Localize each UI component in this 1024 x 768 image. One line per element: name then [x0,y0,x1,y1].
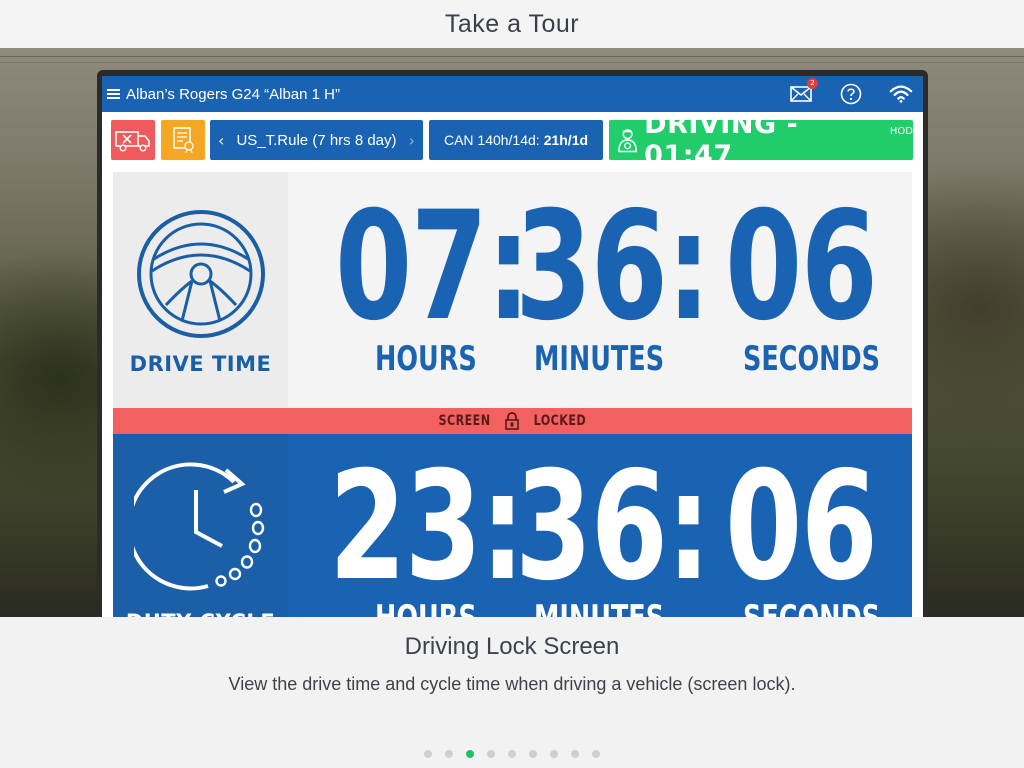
duty-minutes-label: MINUTES [534,598,665,618]
wifi-icon [889,82,913,106]
pagination-dot[interactable] [424,750,432,758]
duty-seconds-label: SECONDS [743,598,881,618]
tablet-device: Alban’s Rogers G24 “Alban 1 H” 2 ‹ US_T.… [97,70,928,618]
duty-minutes-value: 36: [515,440,711,614]
drive-minutes-value: 36: [515,180,711,354]
ruleset-label: US_T.Rule (7 hrs 8 day) [236,131,397,149]
pagination-dot[interactable] [508,750,516,758]
slide-description: View the drive time and cycle time when … [228,674,796,694]
duty-hours-value: 23: [329,440,525,614]
pagination-dot[interactable] [592,750,600,758]
driving-status-button[interactable]: DRIVING - 01:47 HOD [609,109,913,171]
menu-icon[interactable] [104,85,122,104]
chevron-left-icon[interactable]: ‹ [218,131,224,150]
background-photo: Alban’s Rogers G24 “Alban 1 H” 2 ‹ US_T.… [0,48,1024,618]
lock-banner-left: SCREEN [438,413,491,429]
drive-hours-value: 07: [335,180,531,354]
screen-locked-banner: SCREEN LOCKED [113,408,912,434]
mail-badge: 2 [807,78,818,89]
logbook-button[interactable] [161,120,205,160]
pagination-dot[interactable] [529,750,537,758]
duty-cycle-panel: DUTY CYCLE 23: 36: 06 HOURS MINUTES SECO… [113,434,912,618]
clock-cycle-icon [134,462,265,591]
duty-hours-label: HOURS [375,598,477,618]
drive-minutes-label: MINUTES [534,339,665,379]
ruleset-selector[interactable]: ‹ US_T.Rule (7 hrs 8 day) › [210,120,423,160]
tour-header: Take a Tour [0,0,1024,48]
vehicle-title: Alban’s Rogers G24 “Alban 1 H” [126,85,340,103]
driver-icon [618,129,638,153]
pagination-dot[interactable] [487,750,495,758]
help-icon[interactable] [839,82,863,106]
drive-seconds-label: SECONDS [743,339,881,379]
can-cycle-prefix: CAN 140h/14d: [443,132,540,148]
drive-time-caption: DRIVE TIME [129,352,272,376]
tour-info-panel: Driving Lock Screen View the drive time … [0,617,1024,768]
document-certificate-icon [173,127,194,154]
duty-cycle-label-column: DUTY CYCLE [113,434,288,618]
status-row: ‹ US_T.Rule (7 hrs 8 day) › CAN 140h/14d… [102,109,923,171]
drive-time-panel: DRIVE TIME 07: 36: 06 HOURS MINUTES SECO… [113,172,912,408]
pagination-dots [0,750,1024,758]
drive-time-label-column: DRIVE TIME [113,172,288,408]
truck-alert-icon [115,131,150,152]
duty-seconds-value: 06 [725,440,878,614]
steering-wheel-icon [137,210,265,338]
mail-icon[interactable]: 2 [789,78,818,106]
driving-status-label: DRIVING - 01:47 [644,109,799,171]
tour-title: Take a Tour [444,9,580,38]
chevron-right-icon[interactable]: › [409,131,415,150]
pagination-dot[interactable] [550,750,558,758]
can-cycle-badge[interactable]: CAN 140h/14d: 21h/1d [429,120,603,160]
lock-banner-right: LOCKED [533,413,587,429]
pagination-dot[interactable] [445,750,453,758]
slide-heading: Driving Lock Screen [404,633,620,660]
app-bar: Alban’s Rogers G24 “Alban 1 H” 2 [102,76,923,112]
pagination-dot[interactable] [571,750,579,758]
pagination-dot[interactable] [466,750,474,758]
drive-hours-label: HOURS [375,339,477,379]
truck-alert-button[interactable] [111,120,155,160]
drive-seconds-value: 06 [725,180,878,354]
app-screen: Alban’s Rogers G24 “Alban 1 H” 2 ‹ US_T.… [102,76,923,618]
padlock-icon [504,412,520,430]
hod-tag: HOD [889,126,913,137]
can-cycle-value: 21h/1d [543,132,589,148]
